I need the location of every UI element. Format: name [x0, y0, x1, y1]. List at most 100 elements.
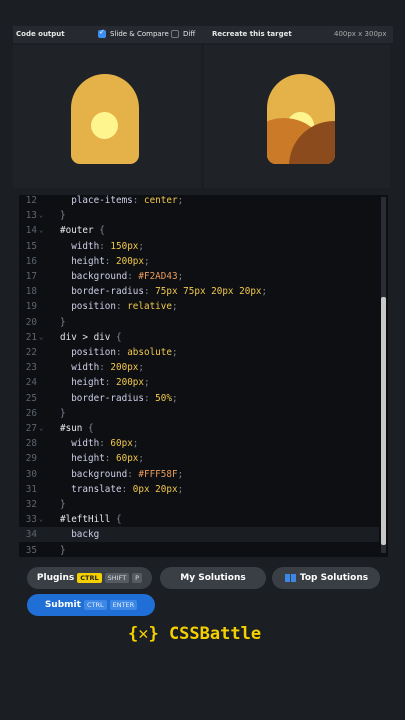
code-line[interactable]: 22 position: absolute;: [19, 345, 379, 360]
code-line[interactable]: 35}: [19, 543, 379, 557]
submit-button[interactable]: Submit CTRL ENTER: [27, 594, 155, 616]
code-line[interactable]: 18 border-radius: 75px 75px 20px 20px;: [19, 284, 379, 299]
book-icon: [284, 574, 296, 582]
code-line[interactable]: 13 ⌄}: [19, 208, 379, 223]
preview-toolbar: Code output Slide & Compare Diff Recreat…: [13, 26, 393, 43]
code-line[interactable]: 15 width: 150px;: [19, 239, 379, 254]
code-text: width: 200px;: [71, 362, 145, 374]
code-text: width: 150px;: [71, 240, 145, 252]
line-number: 29: [25, 453, 37, 465]
code-line[interactable]: 14 ⌄ #outer {: [19, 223, 379, 238]
code-line[interactable]: 25 border-radius: 50%;: [19, 391, 379, 406]
code-line[interactable]: 26}: [19, 406, 379, 421]
ctrl-key: CTRL: [77, 573, 102, 583]
code-output-label: Code output: [16, 30, 65, 38]
recreate-label: Recreate this target: [212, 30, 292, 38]
code-line[interactable]: 29 height: 60px;: [19, 451, 379, 466]
code-text: height: 200px;: [71, 377, 150, 389]
code-text: background: #F2AD43;: [71, 271, 184, 282]
code-line[interactable]: 23 width: 200px;: [19, 360, 379, 375]
top-solutions-label: Top Solutions: [299, 573, 369, 583]
line-number: 22: [25, 347, 37, 358]
code-text: translate: 0px 20px;: [71, 483, 184, 495]
line-number: 23: [25, 362, 37, 374]
top-solutions-button[interactable]: Top Solutions: [272, 567, 380, 589]
line-number: 20: [25, 316, 37, 328]
code-text: width: 60px;: [71, 438, 139, 450]
code-line[interactable]: 19 position: relative;: [19, 299, 379, 314]
outer-shape: [71, 74, 139, 164]
code-text: backg: [71, 529, 100, 541]
cssbattle-logo: {✕} CSSBattle: [128, 624, 262, 644]
line-number: 12: [25, 195, 37, 206]
fold-chevron-icon[interactable]: ⌄: [39, 223, 43, 238]
line-number: 18: [25, 286, 37, 298]
code-text: border-radius: 50%;: [71, 392, 178, 404]
code-text: }: [60, 210, 66, 222]
line-number: 33: [25, 514, 37, 526]
code-line[interactable]: 34 backg: [19, 527, 379, 543]
sun-circle: [91, 112, 118, 139]
code-line[interactable]: 30 background: #FFF58F;: [19, 467, 379, 482]
line-number: 21: [25, 331, 37, 343]
code-text: position: relative;: [71, 301, 178, 313]
target-preview: [204, 45, 390, 188]
my-solutions-label: My Solutions: [180, 573, 246, 583]
slide-compare-label[interactable]: Slide & Compare: [110, 30, 169, 38]
code-line[interactable]: 12 place-items: center;: [19, 195, 379, 208]
submit-label: Submit: [44, 600, 81, 610]
code-text: #leftHill {: [60, 514, 122, 526]
submit-ctrl-key: CTRL: [83, 600, 107, 610]
slide-compare-checkbox[interactable]: [98, 28, 106, 38]
code-text: }: [60, 407, 66, 419]
line-number: 35: [25, 544, 37, 556]
editor-scrollbar[interactable]: [381, 197, 386, 553]
code-line[interactable]: 21 ⌄ div > div {: [19, 330, 379, 345]
code-line[interactable]: 27 ⌄ #sun {: [19, 421, 379, 436]
code-line[interactable]: 28 width: 60px;: [19, 436, 379, 451]
line-number: 24: [25, 377, 37, 389]
code-text: height: 200px;: [71, 255, 150, 267]
code-text: }: [60, 544, 66, 556]
code-line[interactable]: 16 height: 200px;: [19, 254, 379, 269]
code-text: position: absolute;: [71, 347, 178, 358]
plugins-button[interactable]: Plugins CTRL SHIFT P: [27, 567, 152, 589]
code-line[interactable]: 24 height: 200px;: [19, 375, 379, 390]
target-size: 400px x 300px: [334, 30, 387, 38]
code-line[interactable]: 32}: [19, 497, 379, 512]
code-text: background: #FFF58F;: [71, 468, 184, 480]
line-number: 27: [25, 423, 37, 434]
fold-chevron-icon[interactable]: ⌄: [39, 330, 43, 345]
code-text: #outer {: [60, 225, 105, 237]
fold-chevron-icon[interactable]: ⌄: [39, 421, 43, 436]
code-text: height: 60px;: [71, 453, 144, 465]
line-number: 13: [25, 210, 37, 222]
diff-checkbox[interactable]: [171, 30, 179, 38]
submit-enter-key: ENTER: [109, 600, 138, 610]
code-line[interactable]: 17 background: #F2AD43;: [19, 269, 379, 284]
css-code-editor[interactable]: 12 place-items: center; 13 ⌄} 14 ⌄ #outer {15…: [19, 195, 388, 557]
code-text: }: [60, 316, 66, 328]
my-solutions-button[interactable]: My Solutions: [160, 567, 266, 589]
p-key: P: [132, 573, 143, 583]
scrollbar-thumb[interactable]: [381, 297, 386, 545]
code-text: div > div {: [60, 331, 122, 343]
line-number: 14: [25, 225, 37, 237]
code-text: }: [60, 499, 66, 510]
line-number: 26: [25, 407, 37, 419]
code-text: #sun {: [60, 423, 94, 434]
fold-chevron-icon[interactable]: ⌄: [39, 208, 43, 223]
code-output-preview[interactable]: [13, 45, 201, 188]
code-line[interactable]: 20}: [19, 315, 379, 330]
target-outer-shape: [267, 74, 335, 164]
line-number: 25: [25, 392, 37, 404]
fold-chevron-icon[interactable]: ⌄: [39, 512, 43, 527]
diff-label[interactable]: Diff: [183, 30, 195, 38]
line-number: 34: [25, 529, 37, 541]
line-number: 19: [25, 301, 37, 313]
line-number: 30: [25, 468, 37, 480]
line-number: 17: [25, 271, 37, 282]
code-line[interactable]: 31 translate: 0px 20px;: [19, 482, 379, 497]
code-line[interactable]: 33 ⌄ #leftHill {: [19, 512, 379, 527]
line-number: 28: [25, 438, 37, 450]
